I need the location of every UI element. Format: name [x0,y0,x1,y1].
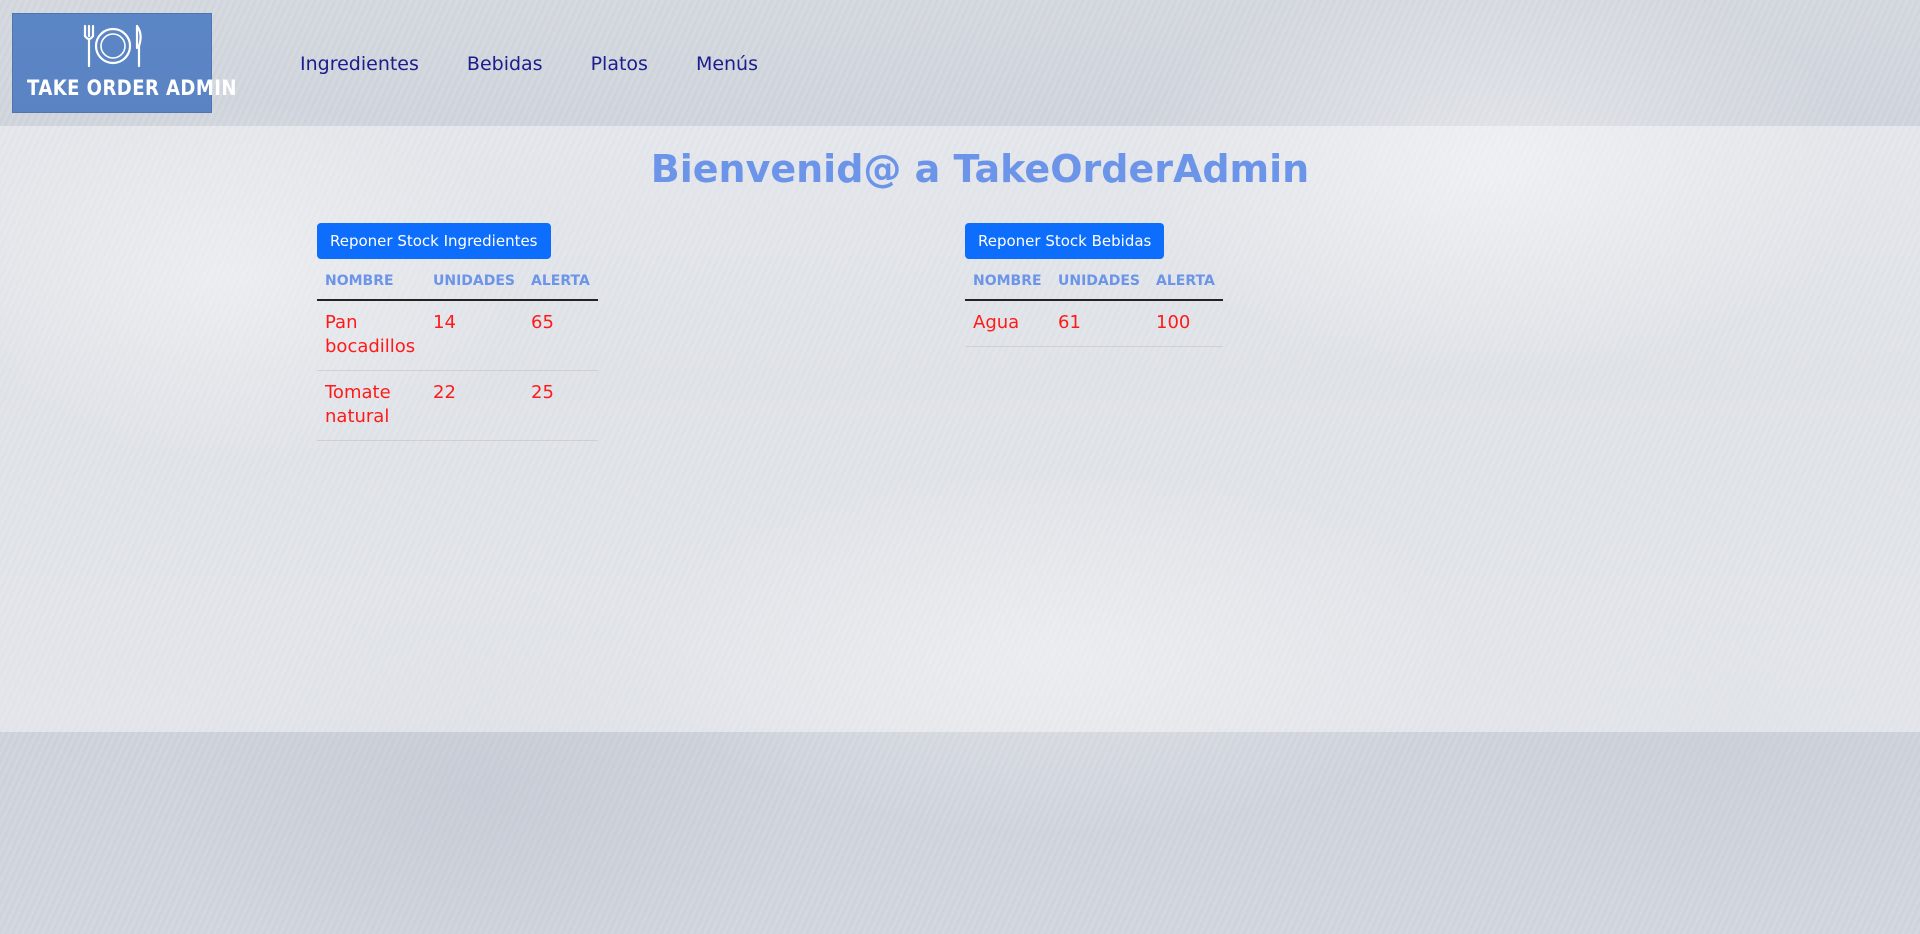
table-row: Agua 61 100 [965,300,1223,347]
reponer-stock-bebidas-button[interactable]: Reponer Stock Bebidas [965,223,1165,259]
nav-item-menus[interactable]: Menús [696,50,758,78]
cell-nombre: Agua [965,300,1050,347]
table-row: Pan bocadillos 14 65 [317,300,599,371]
nav-item-bebidas[interactable]: Bebidas [467,50,543,78]
column-header-nombre: NOMBRE [317,265,425,301]
table-header-row: NOMBRE UNIDADES ALERTA [317,265,599,301]
nav-item-ingredientes[interactable]: Ingredientes [300,50,419,78]
bebidas-panel: Reponer Stock Bebidas NOMBRE UNIDADES AL… [965,223,1223,347]
cell-unidades: 61 [1050,300,1149,347]
cell-unidades: 22 [425,370,524,441]
table-row: Tomate natural 22 25 [317,370,599,441]
cell-nombre: Pan bocadillos [317,300,425,371]
cell-alerta: 100 [1148,300,1223,347]
page-title: Bienvenid@ a TakeOrderAdmin [0,144,1920,194]
column-header-nombre: NOMBRE [965,265,1050,301]
page-title-text: Bienvenid@ a TakeOrderAdmin [650,147,1310,191]
cell-unidades: 14 [425,300,524,371]
cell-nombre: Tomate natural [317,370,425,441]
column-header-alerta: ALERTA [1148,265,1223,301]
logo[interactable]: TAKE ORDER ADMIN [12,13,237,113]
logo-text: TAKE ORDER ADMIN [27,76,237,100]
column-header-alerta: ALERTA [523,265,599,301]
cell-alerta: 65 [523,300,599,371]
header: TAKE ORDER ADMIN Ingredientes Bebidas Pl… [0,0,1920,126]
column-header-unidades: UNIDADES [1050,265,1149,301]
main-content: Bienvenid@ a TakeOrderAdmin Reponer Stoc… [0,126,1920,732]
bebidas-table: NOMBRE UNIDADES ALERTA Agua 61 100 [965,265,1223,347]
main-nav: Ingredientes Bebidas Platos Menús [300,50,806,78]
column-header-unidades: UNIDADES [425,265,524,301]
table-header-row: NOMBRE UNIDADES ALERTA [965,265,1223,301]
plate-fork-knife-icon [83,24,142,68]
nav-item-platos[interactable]: Platos [591,50,648,78]
cell-alerta: 25 [523,370,599,441]
ingredientes-table: NOMBRE UNIDADES ALERTA Pan bocadillos 14… [317,265,599,441]
ingredientes-panel: Reponer Stock Ingredientes NOMBRE UNIDAD… [317,223,599,441]
reponer-stock-ingredientes-button[interactable]: Reponer Stock Ingredientes [317,223,551,259]
